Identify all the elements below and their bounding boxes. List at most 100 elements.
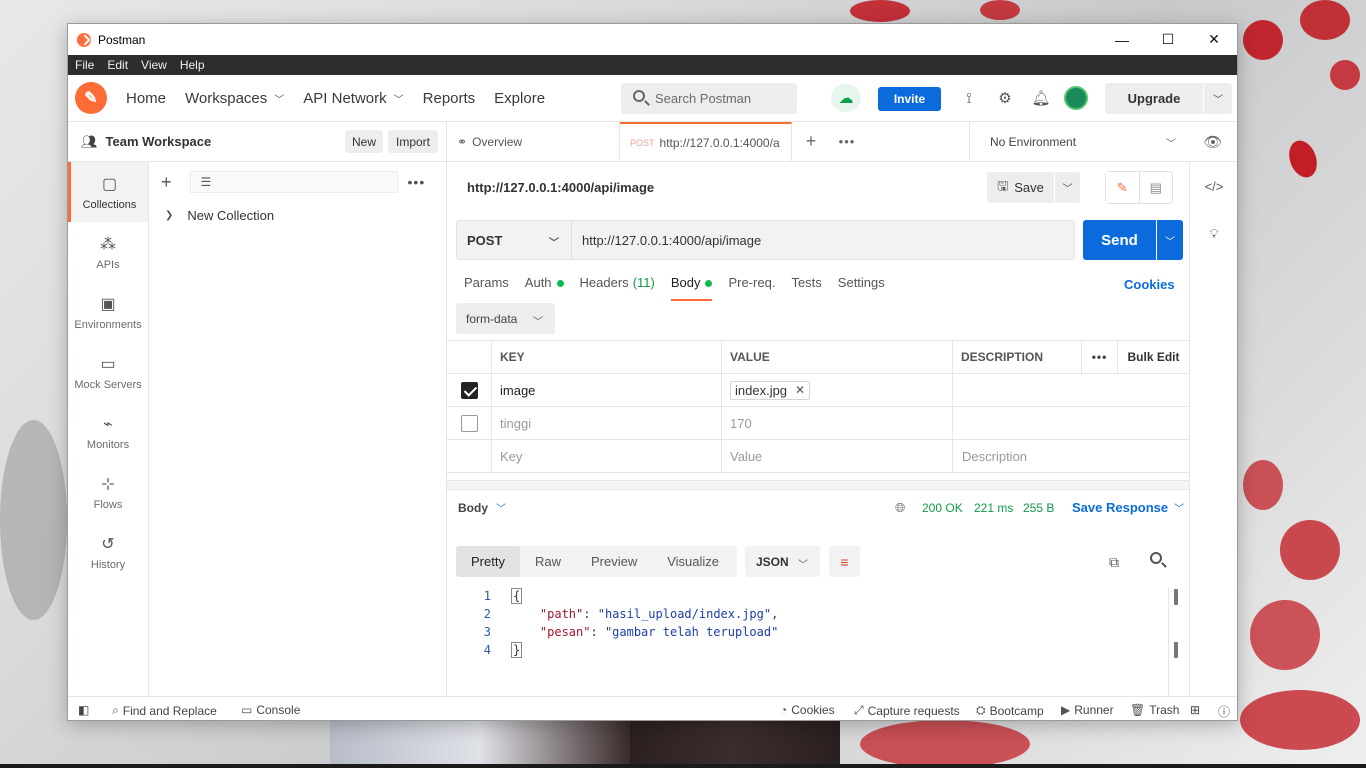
tab-active-request[interactable]: POST http://127.0.0.1:4000/a	[620, 122, 792, 161]
avatar[interactable]	[1064, 86, 1088, 110]
send-menu-chevron-icon[interactable]: ﹀	[1157, 220, 1183, 260]
menu-file[interactable]: File	[75, 58, 94, 72]
chevron-right-icon[interactable]: ❯	[165, 210, 173, 221]
body-mode-select[interactable]: form-data ﹀	[456, 303, 555, 334]
search-icon[interactable]	[1150, 552, 1162, 564]
response-time[interactable]: 221 ms	[974, 501, 1013, 515]
sidebar-item-flows[interactable]: ⊹ Flows	[68, 462, 148, 522]
collection-item[interactable]: ❯ New Collection	[149, 202, 446, 228]
environment-quick-look-eye-icon[interactable]: 👁︎	[1188, 122, 1237, 162]
tab-more-options-icon[interactable]: •••	[830, 122, 864, 161]
postman-home-logo-icon[interactable]: ✎	[75, 82, 107, 114]
method-select[interactable]: POST ﹀	[457, 221, 572, 259]
tab-visualize[interactable]: Visualize	[652, 546, 734, 577]
tab-pre-request[interactable]: Pre-req.	[728, 275, 775, 301]
response-code-editor[interactable]: 1 { 2 "path": "hasil_upload/index.jpg", …	[447, 587, 1178, 696]
nav-workspaces[interactable]: Workspaces ﹀	[185, 90, 284, 107]
new-tab-plus-icon[interactable]: +	[792, 122, 830, 161]
scrollbar-thumb[interactable]	[1174, 642, 1178, 658]
minimize-button[interactable]: —	[1099, 24, 1145, 55]
sidebar-item-environments[interactable]: ▣ Environments	[68, 282, 148, 342]
bulk-edit-button[interactable]: Bulk Edit	[1118, 341, 1189, 373]
nav-reports[interactable]: Reports	[423, 90, 476, 107]
globe-icon[interactable]: 🌐︎	[895, 500, 905, 516]
save-menu-chevron-icon[interactable]: ﹀	[1055, 172, 1080, 203]
capture-requests-button[interactable]: ⤢ Capture requests	[854, 703, 960, 718]
tab-preview[interactable]: Preview	[576, 546, 652, 577]
description-cell[interactable]	[953, 374, 1189, 406]
tab-tests[interactable]: Tests	[791, 275, 821, 301]
maximize-button[interactable]: ☐	[1145, 24, 1191, 55]
import-button[interactable]: Import	[388, 130, 438, 153]
bootcamp-button[interactable]: ⛭ Bootcamp	[976, 703, 1044, 718]
wrap-lines-icon[interactable]: ≡	[829, 546, 860, 577]
request-name[interactable]: http://127.0.0.1:4000/api/image	[467, 180, 654, 195]
tab-body[interactable]: Body	[670, 275, 713, 301]
tab-auth[interactable]: Auth	[525, 275, 564, 301]
find-and-replace-button[interactable]: ⌕ Find and Replace	[112, 703, 217, 718]
two-pane-view-icon[interactable]: ⊞	[1190, 703, 1200, 717]
menu-view[interactable]: View	[141, 58, 167, 72]
lightbulb-icon[interactable]: 💡︎	[1204, 224, 1224, 244]
scrollbar-thumb[interactable]	[1174, 589, 1178, 605]
row-enabled-checkbox[interactable]	[460, 381, 478, 399]
search-input[interactable]: Search Postman	[621, 83, 797, 114]
sidebar-item-history[interactable]: ↺ History	[68, 522, 148, 582]
send-button[interactable]: Send	[1083, 220, 1156, 260]
toggle-sidebar-icon[interactable]: ◧	[78, 703, 89, 717]
response-body-select[interactable]: Body ﹀	[458, 500, 506, 515]
description-input[interactable]: Description	[953, 440, 1189, 472]
notifications-bell-icon[interactable]: 🔔︎	[1031, 88, 1051, 108]
tab-overview[interactable]: ⚭ Overview	[447, 122, 620, 161]
tab-raw[interactable]: Raw	[520, 546, 576, 577]
sidebar-item-monitors[interactable]: ⌁ Monitors	[68, 402, 148, 462]
upgrade-button[interactable]: Upgrade	[1105, 83, 1203, 114]
satellite-icon[interactable]: ⟟	[959, 88, 979, 108]
code-snippet-icon[interactable]: </>	[1204, 176, 1224, 196]
sidebar-item-collections[interactable]: ▢ Collections	[68, 162, 148, 222]
trash-button[interactable]: 🗑︎ Trash	[1130, 703, 1179, 717]
key-cell[interactable]: image	[492, 374, 722, 406]
menu-edit[interactable]: Edit	[107, 58, 128, 72]
table-more-options-icon[interactable]: •••	[1082, 341, 1118, 373]
more-options-icon[interactable]: •••	[408, 174, 426, 190]
nav-home[interactable]: Home	[126, 90, 166, 107]
help-icon[interactable]: ⓘ	[1218, 703, 1230, 720]
value-cell[interactable]: index.jpg ✕	[722, 374, 953, 406]
tab-settings[interactable]: Settings	[838, 275, 885, 301]
nav-api-network[interactable]: API Network ﹀	[303, 90, 403, 107]
filter-input[interactable]: ☰	[189, 171, 398, 193]
format-select[interactable]: JSON ﹀	[745, 546, 820, 577]
new-button[interactable]: New	[345, 130, 383, 153]
close-button[interactable]: ✕	[1191, 24, 1237, 55]
key-input[interactable]: Key	[492, 440, 722, 472]
sidebar-item-mock-servers[interactable]: ▭ Mock Servers	[68, 342, 148, 402]
url-input[interactable]: http://127.0.0.1:4000/api/image	[572, 233, 761, 248]
value-input[interactable]: Value	[722, 440, 953, 472]
environment-select[interactable]: No Environment ﹀	[969, 122, 1188, 162]
sidebar-item-apis[interactable]: ⁂ APIs	[68, 222, 148, 282]
description-cell[interactable]	[953, 407, 1189, 439]
pane-divider[interactable]	[447, 480, 1189, 490]
console-button[interactable]: ▭ Console	[241, 703, 300, 717]
key-cell[interactable]: tinggi	[492, 407, 722, 439]
cookies-button[interactable]: ◔ Cookies	[780, 703, 835, 717]
edit-pencil-icon[interactable]: ✎	[1106, 172, 1140, 203]
save-button[interactable]: 🖫 Save	[987, 172, 1054, 203]
value-cell[interactable]: 170	[722, 407, 953, 439]
runner-button[interactable]: ▶ Runner	[1061, 703, 1114, 717]
save-response-button[interactable]: Save Response ﹀	[1072, 500, 1184, 515]
remove-file-close-icon[interactable]: ✕	[795, 383, 805, 397]
status-code[interactable]: 200 OK	[922, 501, 963, 515]
menu-help[interactable]: Help	[180, 58, 205, 72]
copy-icon[interactable]: ⧉	[1109, 554, 1119, 571]
workspace-name[interactable]: Team Workspace	[106, 134, 212, 149]
sync-status-icon[interactable]: ☁	[831, 84, 861, 112]
comments-icon[interactable]: ▤	[1140, 172, 1173, 203]
tab-params[interactable]: Params	[464, 275, 509, 301]
cookies-link[interactable]: Cookies	[1124, 277, 1175, 292]
tab-pretty[interactable]: Pretty	[456, 546, 520, 577]
add-collection-plus-icon[interactable]: +	[161, 172, 172, 193]
invite-button[interactable]: Invite	[878, 87, 941, 111]
upgrade-menu-chevron-icon[interactable]: ﹀	[1204, 83, 1232, 114]
